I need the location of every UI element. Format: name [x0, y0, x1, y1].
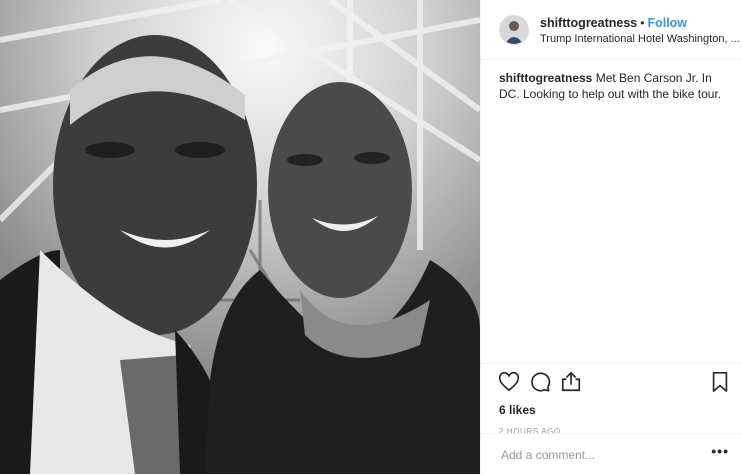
heart-icon[interactable] [498, 371, 520, 393]
instagram-post: shifttogreatness • Follow Trump Internatio… [0, 0, 742, 474]
bookmark-icon[interactable] [709, 371, 731, 393]
username-link[interactable]: shifttogreatness [540, 16, 637, 30]
avatar[interactable] [499, 14, 529, 45]
share-icon[interactable] [560, 371, 582, 393]
more-options-icon[interactable]: ••• [711, 444, 729, 458]
likes-count[interactable]: 6 likes [481, 400, 742, 417]
follow-button[interactable]: Follow [647, 16, 687, 30]
caption: shifttogreatness Met Ben Carson Jr. In D… [481, 60, 742, 102]
post-header: shifttogreatness • Follow Trump Internatio… [481, 0, 742, 60]
avatar-image [500, 15, 528, 44]
action-icons [481, 364, 742, 400]
action-bar: 6 likes 2 HOURS AGO [481, 363, 742, 436]
location-link[interactable]: Trump International Hotel Washington, ..… [540, 33, 740, 47]
separator-dot: • [640, 15, 645, 30]
comment-bar: ••• [481, 433, 742, 475]
caption-username[interactable]: shifttogreatness [499, 71, 592, 85]
post-photo[interactable] [0, 0, 480, 474]
header-text: shifttogreatness • Follow Trump Internatio… [540, 13, 740, 47]
post-sidebar: shifttogreatness • Follow Trump Internatio… [480, 0, 742, 474]
comment-icon[interactable] [529, 371, 551, 393]
comment-input[interactable] [499, 446, 693, 463]
photo-image [0, 0, 480, 474]
